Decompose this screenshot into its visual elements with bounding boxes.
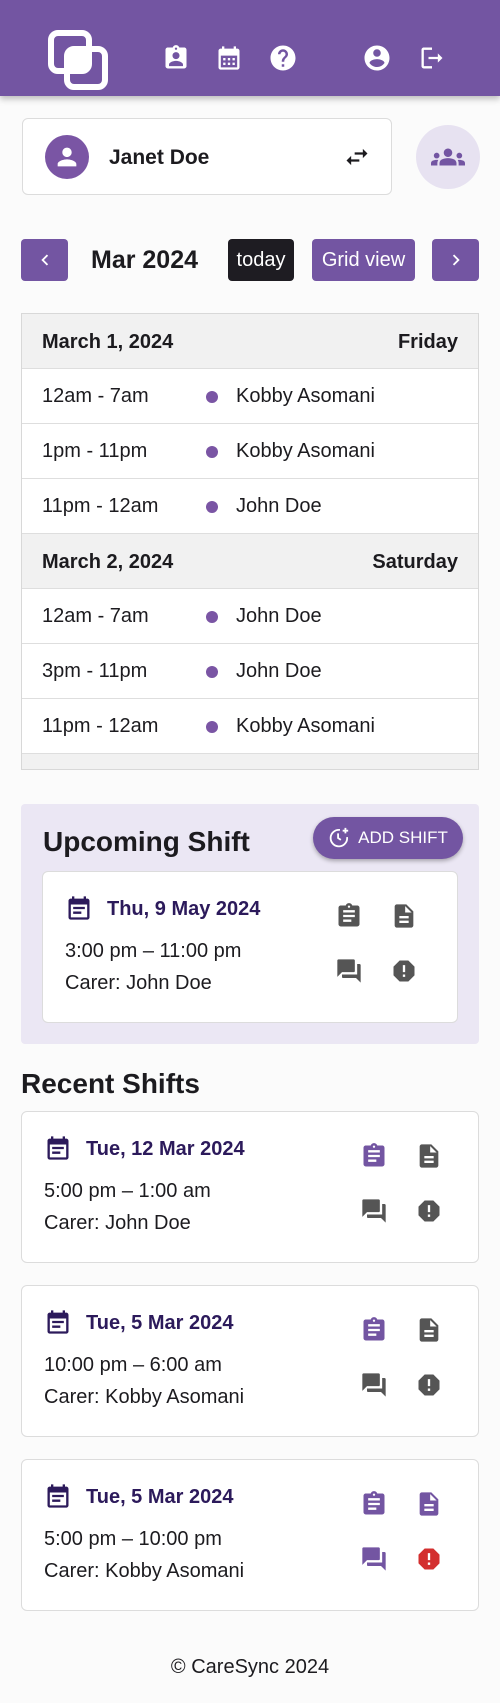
- account-icon[interactable]: [359, 40, 395, 76]
- chevron-right-icon: [452, 254, 460, 266]
- current-month: Mar 2024: [91, 246, 199, 274]
- next-month-button[interactable]: [432, 239, 479, 281]
- event-carer: Kobby Asomani: [236, 385, 375, 407]
- shift-date: Tue, 5 Mar 2024: [86, 1486, 234, 1508]
- event-time: 11pm - 12am: [42, 495, 159, 517]
- calendar-grid-icon[interactable]: [211, 40, 247, 76]
- chat-icon[interactable]: [333, 955, 365, 987]
- shift-time: 10:00 pm – 6:00 am: [44, 1354, 222, 1376]
- calendar-icon: [44, 1134, 72, 1162]
- grid-view-button[interactable]: Grid view: [312, 239, 415, 281]
- shift-carer: Carer: Kobby Asomani: [44, 1560, 245, 1582]
- carer-badge-icon[interactable]: [158, 40, 194, 76]
- document-icon[interactable]: [413, 1140, 445, 1172]
- alert-icon[interactable]: [413, 1195, 445, 1227]
- event-carer: Kobby Asomani: [236, 440, 375, 462]
- clipboard-icon[interactable]: [358, 1488, 390, 1520]
- chat-icon[interactable]: [358, 1543, 390, 1575]
- event-dot: [206, 611, 218, 623]
- chevron-left-icon: [40, 254, 48, 266]
- shift-date: Tue, 12 Mar 2024: [86, 1138, 245, 1160]
- document-icon[interactable]: [413, 1488, 445, 1520]
- shift-carer: Carer: John Doe: [44, 1212, 191, 1234]
- schedule-list: March 1, 2024 Friday 12am - 7am Kobby As…: [21, 313, 479, 770]
- schedule-event[interactable]: 12am - 7am Kobby Asomani: [22, 369, 478, 424]
- add-shift-label: ADD SHIFT: [358, 828, 448, 847]
- shift-card[interactable]: Tue, 12 Mar 2024 5:00 pm – 1:00 am Carer…: [21, 1111, 479, 1263]
- day-header: March 1, 2024 Friday: [22, 314, 478, 369]
- event-dot: [206, 666, 218, 678]
- schedule-event[interactable]: 3pm - 11pm John Doe: [22, 644, 478, 699]
- schedule-event[interactable]: 12am - 7am John Doe: [22, 589, 478, 644]
- day-date: March 2, 2024: [42, 551, 174, 573]
- schedule-event[interactable]: 1pm - 11pm Kobby Asomani: [22, 424, 478, 479]
- document-icon[interactable]: [413, 1314, 445, 1346]
- logo-icon[interactable]: [48, 30, 108, 90]
- client-selector[interactable]: Janet Doe: [22, 118, 392, 195]
- event-dot: [206, 391, 218, 403]
- shift-time: 5:00 pm – 10:00 pm: [44, 1528, 222, 1550]
- logout-icon[interactable]: [414, 40, 450, 76]
- clipboard-icon[interactable]: [333, 900, 365, 932]
- event-dot: [206, 721, 218, 733]
- help-icon[interactable]: [265, 40, 301, 76]
- event-carer: John Doe: [236, 605, 322, 627]
- alert-icon[interactable]: [413, 1543, 445, 1575]
- event-time: 12am - 7am: [42, 385, 149, 407]
- day-header: March 2, 2024 Saturday: [22, 534, 478, 589]
- clipboard-icon[interactable]: [358, 1140, 390, 1172]
- event-time: 3pm - 11pm: [42, 660, 148, 682]
- calendar-icon: [44, 1308, 72, 1336]
- swap-client-icon[interactable]: [341, 141, 373, 173]
- client-avatar-icon: [45, 135, 89, 179]
- shift-carer: Carer: Kobby Asomani: [44, 1386, 245, 1408]
- day-date: March 1, 2024: [42, 331, 174, 353]
- client-name: Janet Doe: [109, 146, 210, 169]
- document-icon[interactable]: [388, 900, 420, 932]
- recent-shifts-title: Recent Shifts: [21, 1068, 200, 1099]
- day-weekday: Friday: [397, 331, 458, 353]
- upcoming-title: Upcoming Shift: [43, 826, 250, 857]
- shift-date: Thu, 9 May 2024: [107, 898, 261, 920]
- team-button[interactable]: [416, 125, 480, 189]
- shift-date: Tue, 5 Mar 2024: [86, 1312, 234, 1334]
- chat-icon[interactable]: [358, 1195, 390, 1227]
- event-carer: Kobby Asomani: [236, 715, 375, 737]
- chat-icon[interactable]: [358, 1369, 390, 1401]
- event-time: 1pm - 11pm: [42, 440, 148, 462]
- shift-card[interactable]: Tue, 5 Mar 2024 5:00 pm – 10:00 pm Carer…: [21, 1459, 479, 1611]
- calendar-icon: [65, 894, 93, 922]
- shift-carer: Carer: John Doe: [65, 972, 212, 994]
- event-dot: [206, 501, 218, 513]
- schedule-event[interactable]: 11pm - 12am John Doe: [22, 479, 478, 534]
- shift-time: 5:00 pm – 1:00 am: [44, 1180, 211, 1202]
- today-button[interactable]: today: [228, 239, 294, 281]
- alert-icon[interactable]: [413, 1369, 445, 1401]
- event-dot: [206, 446, 218, 458]
- shift-card[interactable]: Thu, 9 May 2024 3:00 pm – 11:00 pm Carer…: [42, 871, 458, 1023]
- team-icon: [431, 148, 465, 166]
- day-weekday: Saturday: [372, 551, 458, 573]
- event-carer: John Doe: [236, 495, 322, 517]
- event-carer: John Doe: [236, 660, 322, 682]
- calendar-icon: [44, 1482, 72, 1510]
- clipboard-icon[interactable]: [358, 1314, 390, 1346]
- upcoming-shift-section: Upcoming Shift ADD SHIFT Thu, 9 May 2024…: [21, 804, 479, 1044]
- schedule-event[interactable]: 11pm - 12am Kobby Asomani: [22, 699, 478, 754]
- add-schedule-icon: [329, 827, 349, 848]
- footer-copyright: © CareSync 2024: [170, 1656, 330, 1678]
- shift-time: 3:00 pm – 11:00 pm: [65, 940, 242, 962]
- app-header: [0, 0, 500, 96]
- prev-month-button[interactable]: [21, 239, 68, 281]
- shift-card[interactable]: Tue, 5 Mar 2024 10:00 pm – 6:00 am Carer…: [21, 1285, 479, 1437]
- alert-icon[interactable]: [388, 955, 420, 987]
- event-time: 11pm - 12am: [42, 715, 159, 737]
- add-shift-button[interactable]: ADD SHIFT: [313, 817, 463, 859]
- event-time: 12am - 7am: [42, 605, 149, 627]
